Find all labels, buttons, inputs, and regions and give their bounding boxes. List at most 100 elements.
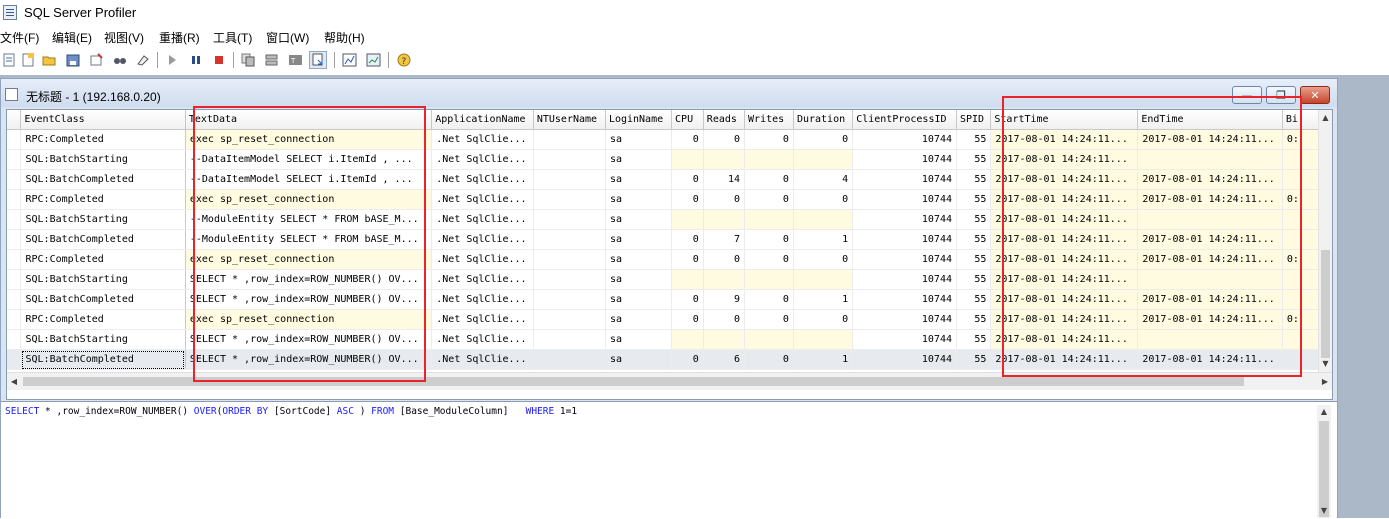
table-cell — [533, 209, 606, 230]
table-cell: 55 — [956, 209, 992, 230]
grid-vertical-scroll-thumb[interactable] — [1321, 250, 1330, 358]
chart-icon[interactable] — [340, 51, 358, 69]
table-cell: 2017-08-01 14:24:11... — [990, 329, 1139, 350]
table-row[interactable]: SQL:BatchCompleted SELECT * ,row_index=RO… — [7, 349, 1320, 370]
menu-edit[interactable]: 编辑(E) — [52, 29, 92, 46]
table-cell — [793, 329, 854, 350]
scroll-down-icon[interactable]: ▼ — [1319, 356, 1332, 372]
pause-icon[interactable] — [187, 51, 205, 69]
app-title: SQL Server Profiler — [24, 5, 137, 20]
svg-text:?: ? — [401, 57, 406, 67]
column-header[interactable]: TextData — [185, 110, 433, 130]
table-cell: RPC:Completed — [20, 129, 186, 150]
toolbar: T ? — [0, 49, 1389, 73]
table-row[interactable]: SQL:BatchStarting --ModuleEntity SELECT *… — [7, 209, 1320, 230]
menu-window[interactable]: 窗口(W) — [266, 29, 309, 46]
open-icon[interactable] — [19, 51, 37, 69]
table-cell: sa — [605, 189, 673, 210]
table-row[interactable]: RPC:Completed exec sp_reset_connection .Ne… — [7, 129, 1320, 150]
table-row[interactable]: SQL:BatchCompleted SELECT * ,row_index=RO… — [7, 289, 1320, 310]
graph-icon[interactable] — [364, 51, 382, 69]
column-header[interactable]: Bi — [1282, 110, 1320, 130]
scroll-left-icon[interactable]: ◀ — [7, 373, 21, 390]
table-cell: 1 — [793, 229, 854, 250]
table-row[interactable]: SQL:BatchCompleted --ModuleEntity SELECT … — [7, 229, 1320, 250]
detail-scroll-up-icon[interactable]: ▲ — [1317, 405, 1331, 419]
table-row[interactable]: RPC:Completed exec sp_reset_connection .Ne… — [7, 189, 1320, 210]
title-bar: SQL Server Profiler — [0, 0, 1389, 26]
detail-scroll-down-icon[interactable]: ▼ — [1317, 504, 1331, 518]
table-row[interactable]: SQL:BatchCompleted --DataItemModel SELECT… — [7, 169, 1320, 190]
column-header[interactable]: Writes — [744, 110, 794, 130]
trace-table: EventClass TextData ApplicationName NTUs… — [7, 110, 1320, 370]
table-cell: 2017-08-01 14:24:11... — [1137, 129, 1283, 150]
table-cell: .Net SqlClie... — [431, 169, 534, 190]
table-cell: .Net SqlClie... — [431, 209, 534, 230]
restore-button[interactable]: ❐ — [1266, 86, 1296, 104]
trace-window-titlebar: 无标题 - 1 (192.168.0.20) — ❐ ✕ — [1, 79, 1337, 107]
scroll-right-icon[interactable]: ▶ — [1318, 373, 1332, 390]
table-cell: 0 — [671, 289, 704, 310]
minimize-button[interactable]: — — [1232, 86, 1262, 104]
column-header[interactable]: SPID — [956, 110, 992, 130]
table-row[interactable]: SQL:BatchStarting SELECT * ,row_index=ROW… — [7, 329, 1320, 350]
new-trace-icon[interactable] — [0, 51, 18, 69]
table-cell: 0 — [703, 249, 746, 270]
table-cell: exec sp_reset_connection — [185, 249, 433, 270]
table-cell — [533, 169, 606, 190]
save-icon[interactable] — [64, 51, 82, 69]
table-cell: 0 — [703, 189, 746, 210]
table-cell: .Net SqlClie... — [431, 229, 534, 250]
column-header[interactable]: LoginName — [605, 110, 673, 130]
detail-vertical-scroll-thumb[interactable] — [1319, 421, 1329, 517]
column-header[interactable]: EndTime — [1137, 110, 1283, 130]
properties-icon[interactable] — [87, 51, 105, 69]
table-cell: SQL:BatchCompleted — [20, 349, 186, 370]
column-header[interactable]: Duration — [793, 110, 854, 130]
table-cell — [703, 149, 746, 170]
column-header[interactable]: CPU — [671, 110, 704, 130]
template-icon[interactable]: T — [286, 51, 304, 69]
detail-vertical-scrollbar[interactable]: ▲ ▼ — [1317, 405, 1331, 518]
table-row[interactable]: RPC:Completed exec sp_reset_connection .Ne… — [7, 249, 1320, 270]
table-cell — [793, 269, 854, 290]
scroll-up-icon[interactable]: ▲ — [1319, 110, 1332, 126]
clear-icon[interactable] — [134, 51, 152, 69]
close-button[interactable]: ✕ — [1300, 86, 1330, 104]
column-header[interactable]: StartTime — [990, 110, 1139, 130]
grid-vertical-scrollbar[interactable]: ▲ ▼ — [1318, 110, 1332, 372]
menu-tools[interactable]: 工具(T) — [213, 29, 252, 46]
textdata-detail-pane[interactable]: SELECT * ,row_index=ROW_NUMBER() OVER(OR… — [1, 401, 1337, 519]
stop-icon[interactable] — [210, 51, 228, 69]
column-header[interactable]: Reads — [703, 110, 746, 130]
column-header[interactable]: ApplicationName — [431, 110, 534, 130]
table-cell: 55 — [956, 149, 992, 170]
copy-icon[interactable] — [239, 51, 257, 69]
grid-horizontal-scroll-thumb[interactable] — [23, 377, 1244, 386]
menu-help[interactable]: 帮助(H) — [324, 29, 365, 46]
column-header[interactable]: EventClass — [20, 110, 186, 130]
menu-replay[interactable]: 重播(R) — [159, 29, 200, 46]
column-header[interactable]: ClientProcessID — [852, 110, 957, 130]
row-header-cell — [7, 209, 22, 230]
table-cell: sa — [605, 269, 673, 290]
table-row[interactable]: RPC:Completed exec sp_reset_connection .Ne… — [7, 309, 1320, 330]
table-cell: 0: — [1282, 129, 1320, 150]
table-cell: 0 — [671, 169, 704, 190]
column-header[interactable]: NTUserName — [533, 110, 606, 130]
paste-icon[interactable] — [309, 51, 327, 69]
table-cell: 2017-08-01 14:24:11... — [990, 149, 1139, 170]
menu-file[interactable]: 文件(F) — [0, 29, 39, 46]
table-cell: 55 — [956, 309, 992, 330]
menu-view[interactable]: 视图(V) — [104, 29, 144, 46]
trace-grid[interactable]: EventClass TextData ApplicationName NTUs… — [6, 109, 1333, 400]
table-row[interactable]: SQL:BatchStarting --DataItemModel SELECT … — [7, 149, 1320, 170]
table-cell: 55 — [956, 329, 992, 350]
run-icon[interactable] — [163, 51, 181, 69]
help-icon[interactable]: ? — [395, 51, 413, 69]
table-row[interactable]: SQL:BatchStarting SELECT * ,row_index=ROW… — [7, 269, 1320, 290]
folder-open-icon[interactable] — [40, 51, 58, 69]
grid-horizontal-scrollbar[interactable]: ◀ ▶ — [7, 372, 1332, 390]
find-icon[interactable] — [111, 51, 129, 69]
cut-icon[interactable] — [262, 51, 280, 69]
